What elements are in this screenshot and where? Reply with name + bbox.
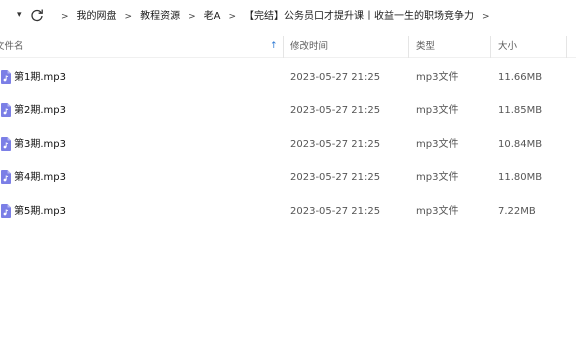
- audio-file-icon: [1, 103, 11, 117]
- file-type: mp3文件: [416, 105, 459, 116]
- breadcrumb-separator[interactable]: >: [479, 7, 493, 27]
- breadcrumb-separator: >: [61, 12, 69, 22]
- audio-file-icon: [1, 137, 11, 151]
- audio-file-icon: [1, 170, 11, 184]
- breadcrumb-item-current-folder[interactable]: 【完结】公务员口才提升课丨收益一生的职场竞争力: [239, 7, 479, 27]
- file-type: mp3文件: [416, 139, 459, 150]
- column-header-type[interactable]: 类型: [416, 36, 435, 58]
- column-divider[interactable]: [408, 36, 409, 58]
- file-name[interactable]: 第3期.mp3: [14, 128, 66, 161]
- file-row[interactable]: 第2期.mp3 2023-05-27 21:25 mp3文件 11.85MB: [0, 94, 576, 127]
- column-header-size[interactable]: 大小: [498, 36, 517, 58]
- file-size: 11.80MB: [498, 172, 543, 183]
- address-bar: ▾ > 我的网盘 > 教程资源 > 老A > 【完结】公务员口才提升课丨收益一生…: [0, 0, 576, 36]
- column-divider[interactable]: [283, 36, 284, 58]
- breadcrumb-separator: >: [124, 12, 133, 22]
- breadcrumb-item-my-drive[interactable]: 我的网盘: [72, 7, 122, 27]
- breadcrumb-item-lao-a[interactable]: 老A: [199, 7, 226, 27]
- file-modified: 2023-05-27 21:25: [290, 139, 381, 150]
- file-modified: 2023-05-27 21:25: [290, 105, 381, 116]
- file-name[interactable]: 第1期.mp3: [14, 61, 66, 94]
- audio-file-icon: [1, 204, 11, 218]
- sort-ascending-icon: ↑: [270, 41, 278, 51]
- refresh-icon[interactable]: [30, 8, 44, 22]
- file-modified: 2023-05-27 21:25: [290, 72, 381, 83]
- file-row[interactable]: 第1期.mp3 2023-05-27 21:25 mp3文件 11.66MB: [0, 61, 576, 94]
- file-size: 11.66MB: [498, 72, 543, 83]
- recent-locations-dropdown-icon[interactable]: ▾: [17, 10, 22, 20]
- file-type: mp3文件: [416, 172, 459, 183]
- breadcrumb-separator: >: [188, 12, 196, 22]
- file-type: mp3文件: [416, 206, 459, 217]
- file-name[interactable]: 第5期.mp3: [14, 195, 66, 228]
- breadcrumb-separator: >: [228, 12, 237, 22]
- file-row[interactable]: 第5期.mp3 2023-05-27 21:25 mp3文件 7.22MB: [0, 195, 576, 228]
- breadcrumb-item-tutorials[interactable]: 教程资源: [135, 7, 185, 27]
- file-type: mp3文件: [416, 72, 459, 83]
- column-divider[interactable]: [566, 36, 567, 58]
- file-size: 11.85MB: [498, 105, 543, 116]
- file-modified: 2023-05-27 21:25: [290, 206, 381, 217]
- file-name[interactable]: 第4期.mp3: [14, 161, 66, 194]
- file-name[interactable]: 第2期.mp3: [14, 94, 66, 127]
- breadcrumb: > 我的网盘 > 教程资源 > 老A > 【完结】公务员口才提升课丨收益一生的职…: [58, 7, 493, 27]
- file-row[interactable]: 第4期.mp3 2023-05-27 21:25 mp3文件 11.80MB: [0, 161, 576, 194]
- column-header-modified[interactable]: 修改时间: [290, 36, 328, 58]
- audio-file-icon: [1, 70, 11, 84]
- file-size: 7.22MB: [498, 206, 536, 217]
- column-header-name[interactable]: 文件名: [0, 36, 24, 58]
- column-divider[interactable]: [490, 36, 491, 58]
- column-header-row: 文件名 ↑ 修改时间 类型 大小: [0, 36, 576, 58]
- file-row[interactable]: 第3期.mp3 2023-05-27 21:25 mp3文件 10.84MB: [0, 128, 576, 161]
- file-size: 10.84MB: [498, 139, 543, 150]
- file-modified: 2023-05-27 21:25: [290, 172, 381, 183]
